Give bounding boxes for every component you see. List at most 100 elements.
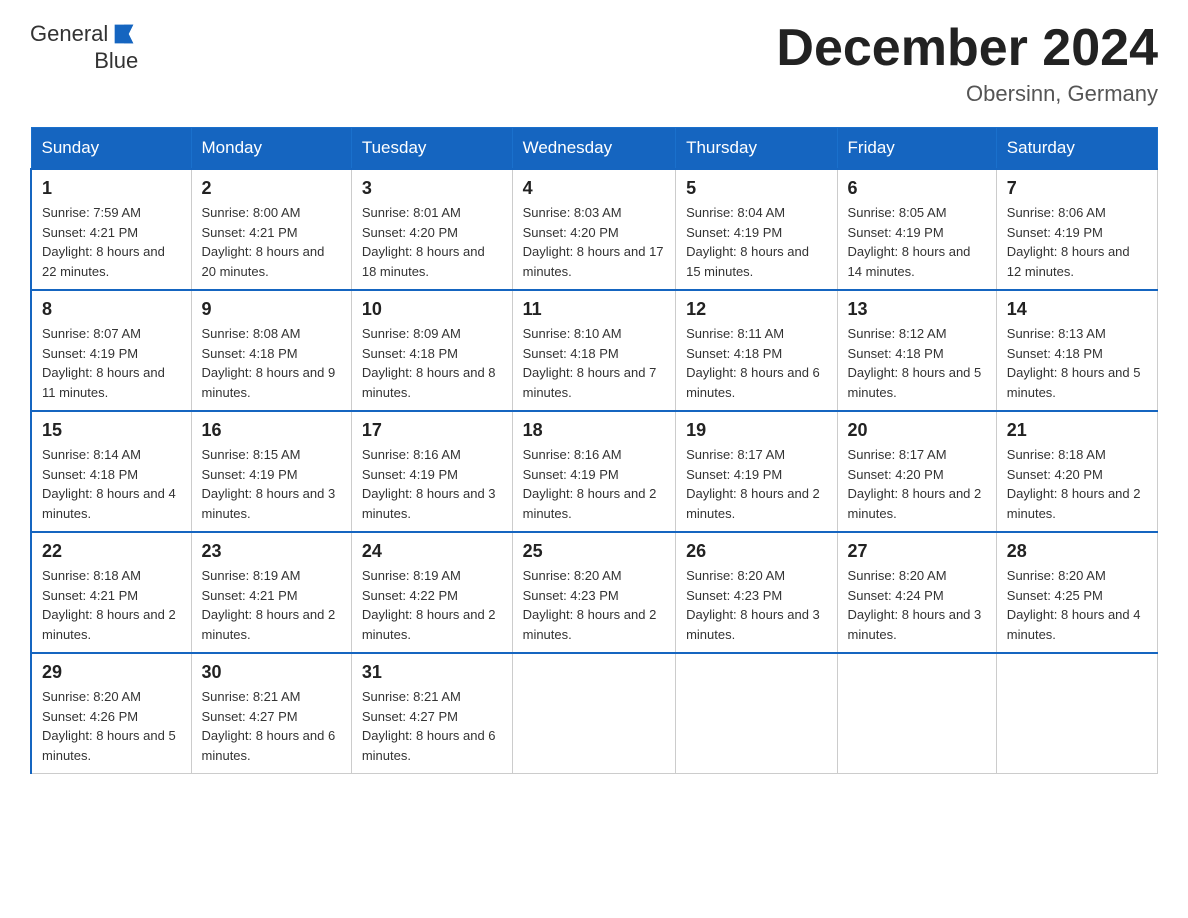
day-number: 22 <box>42 541 181 562</box>
calendar-cell: 12 Sunrise: 8:11 AM Sunset: 4:18 PM Dayl… <box>676 290 837 411</box>
day-info: Sunrise: 8:18 AM Sunset: 4:21 PM Dayligh… <box>42 566 181 644</box>
day-number: 4 <box>523 178 665 199</box>
weekday-header-tuesday: Tuesday <box>351 128 512 170</box>
day-number: 21 <box>1007 420 1147 441</box>
calendar-cell: 17 Sunrise: 8:16 AM Sunset: 4:19 PM Dayl… <box>351 411 512 532</box>
day-info: Sunrise: 8:13 AM Sunset: 4:18 PM Dayligh… <box>1007 324 1147 402</box>
calendar-cell: 30 Sunrise: 8:21 AM Sunset: 4:27 PM Dayl… <box>191 653 351 774</box>
page-header: General Blue December 2024 Obersinn, Ger… <box>30 20 1158 107</box>
weekday-header-saturday: Saturday <box>996 128 1157 170</box>
week-row-1: 1 Sunrise: 7:59 AM Sunset: 4:21 PM Dayli… <box>31 169 1158 290</box>
day-number: 24 <box>362 541 502 562</box>
day-info: Sunrise: 8:15 AM Sunset: 4:19 PM Dayligh… <box>202 445 341 523</box>
calendar-cell: 28 Sunrise: 8:20 AM Sunset: 4:25 PM Dayl… <box>996 532 1157 653</box>
day-info: Sunrise: 8:20 AM Sunset: 4:23 PM Dayligh… <box>686 566 826 644</box>
day-number: 12 <box>686 299 826 320</box>
day-number: 25 <box>523 541 665 562</box>
calendar-cell <box>996 653 1157 774</box>
day-number: 6 <box>848 178 986 199</box>
day-number: 27 <box>848 541 986 562</box>
day-number: 9 <box>202 299 341 320</box>
day-number: 13 <box>848 299 986 320</box>
month-title: December 2024 <box>776 20 1158 77</box>
day-info: Sunrise: 8:01 AM Sunset: 4:20 PM Dayligh… <box>362 203 502 281</box>
weekday-header-wednesday: Wednesday <box>512 128 675 170</box>
calendar-cell: 18 Sunrise: 8:16 AM Sunset: 4:19 PM Dayl… <box>512 411 675 532</box>
day-number: 30 <box>202 662 341 683</box>
day-number: 1 <box>42 178 181 199</box>
logo-general-text: General <box>30 21 108 47</box>
day-number: 31 <box>362 662 502 683</box>
calendar-cell: 25 Sunrise: 8:20 AM Sunset: 4:23 PM Dayl… <box>512 532 675 653</box>
day-info: Sunrise: 7:59 AM Sunset: 4:21 PM Dayligh… <box>42 203 181 281</box>
day-info: Sunrise: 8:16 AM Sunset: 4:19 PM Dayligh… <box>523 445 665 523</box>
day-number: 17 <box>362 420 502 441</box>
calendar-cell: 15 Sunrise: 8:14 AM Sunset: 4:18 PM Dayl… <box>31 411 191 532</box>
day-number: 26 <box>686 541 826 562</box>
calendar-cell: 14 Sunrise: 8:13 AM Sunset: 4:18 PM Dayl… <box>996 290 1157 411</box>
day-number: 20 <box>848 420 986 441</box>
calendar-cell: 8 Sunrise: 8:07 AM Sunset: 4:19 PM Dayli… <box>31 290 191 411</box>
day-info: Sunrise: 8:20 AM Sunset: 4:26 PM Dayligh… <box>42 687 181 765</box>
day-number: 7 <box>1007 178 1147 199</box>
day-info: Sunrise: 8:19 AM Sunset: 4:21 PM Dayligh… <box>202 566 341 644</box>
calendar-cell: 7 Sunrise: 8:06 AM Sunset: 4:19 PM Dayli… <box>996 169 1157 290</box>
calendar-cell: 9 Sunrise: 8:08 AM Sunset: 4:18 PM Dayli… <box>191 290 351 411</box>
week-row-4: 22 Sunrise: 8:18 AM Sunset: 4:21 PM Dayl… <box>31 532 1158 653</box>
day-number: 15 <box>42 420 181 441</box>
day-number: 28 <box>1007 541 1147 562</box>
day-number: 18 <box>523 420 665 441</box>
day-number: 10 <box>362 299 502 320</box>
calendar-cell: 27 Sunrise: 8:20 AM Sunset: 4:24 PM Dayl… <box>837 532 996 653</box>
logo: General Blue <box>30 20 138 74</box>
calendar-cell: 23 Sunrise: 8:19 AM Sunset: 4:21 PM Dayl… <box>191 532 351 653</box>
day-number: 11 <box>523 299 665 320</box>
calendar-cell: 10 Sunrise: 8:09 AM Sunset: 4:18 PM Dayl… <box>351 290 512 411</box>
day-info: Sunrise: 8:20 AM Sunset: 4:25 PM Dayligh… <box>1007 566 1147 644</box>
day-number: 29 <box>42 662 181 683</box>
calendar-cell: 6 Sunrise: 8:05 AM Sunset: 4:19 PM Dayli… <box>837 169 996 290</box>
day-info: Sunrise: 8:20 AM Sunset: 4:24 PM Dayligh… <box>848 566 986 644</box>
day-info: Sunrise: 8:18 AM Sunset: 4:20 PM Dayligh… <box>1007 445 1147 523</box>
logo-flag-icon <box>110 20 138 48</box>
weekday-header-thursday: Thursday <box>676 128 837 170</box>
day-info: Sunrise: 8:09 AM Sunset: 4:18 PM Dayligh… <box>362 324 502 402</box>
calendar-cell: 3 Sunrise: 8:01 AM Sunset: 4:20 PM Dayli… <box>351 169 512 290</box>
day-number: 2 <box>202 178 341 199</box>
day-info: Sunrise: 8:11 AM Sunset: 4:18 PM Dayligh… <box>686 324 826 402</box>
weekday-header-row: SundayMondayTuesdayWednesdayThursdayFrid… <box>31 128 1158 170</box>
day-info: Sunrise: 8:07 AM Sunset: 4:19 PM Dayligh… <box>42 324 181 402</box>
calendar-cell <box>676 653 837 774</box>
day-info: Sunrise: 8:00 AM Sunset: 4:21 PM Dayligh… <box>202 203 341 281</box>
calendar-cell: 13 Sunrise: 8:12 AM Sunset: 4:18 PM Dayl… <box>837 290 996 411</box>
day-info: Sunrise: 8:19 AM Sunset: 4:22 PM Dayligh… <box>362 566 502 644</box>
calendar-cell: 2 Sunrise: 8:00 AM Sunset: 4:21 PM Dayli… <box>191 169 351 290</box>
calendar-cell: 24 Sunrise: 8:19 AM Sunset: 4:22 PM Dayl… <box>351 532 512 653</box>
day-info: Sunrise: 8:17 AM Sunset: 4:20 PM Dayligh… <box>848 445 986 523</box>
calendar-cell: 11 Sunrise: 8:10 AM Sunset: 4:18 PM Dayl… <box>512 290 675 411</box>
calendar-cell: 4 Sunrise: 8:03 AM Sunset: 4:20 PM Dayli… <box>512 169 675 290</box>
calendar-cell: 20 Sunrise: 8:17 AM Sunset: 4:20 PM Dayl… <box>837 411 996 532</box>
day-info: Sunrise: 8:21 AM Sunset: 4:27 PM Dayligh… <box>362 687 502 765</box>
weekday-header-sunday: Sunday <box>31 128 191 170</box>
title-section: December 2024 Obersinn, Germany <box>776 20 1158 107</box>
calendar-cell <box>837 653 996 774</box>
day-info: Sunrise: 8:21 AM Sunset: 4:27 PM Dayligh… <box>202 687 341 765</box>
calendar-cell: 29 Sunrise: 8:20 AM Sunset: 4:26 PM Dayl… <box>31 653 191 774</box>
day-number: 5 <box>686 178 826 199</box>
calendar-cell <box>512 653 675 774</box>
week-row-5: 29 Sunrise: 8:20 AM Sunset: 4:26 PM Dayl… <box>31 653 1158 774</box>
day-info: Sunrise: 8:04 AM Sunset: 4:19 PM Dayligh… <box>686 203 826 281</box>
calendar-cell: 21 Sunrise: 8:18 AM Sunset: 4:20 PM Dayl… <box>996 411 1157 532</box>
day-info: Sunrise: 8:10 AM Sunset: 4:18 PM Dayligh… <box>523 324 665 402</box>
day-info: Sunrise: 8:16 AM Sunset: 4:19 PM Dayligh… <box>362 445 502 523</box>
day-info: Sunrise: 8:06 AM Sunset: 4:19 PM Dayligh… <box>1007 203 1147 281</box>
weekday-header-friday: Friday <box>837 128 996 170</box>
calendar-cell: 1 Sunrise: 7:59 AM Sunset: 4:21 PM Dayli… <box>31 169 191 290</box>
day-info: Sunrise: 8:05 AM Sunset: 4:19 PM Dayligh… <box>848 203 986 281</box>
calendar-cell: 16 Sunrise: 8:15 AM Sunset: 4:19 PM Dayl… <box>191 411 351 532</box>
calendar-table: SundayMondayTuesdayWednesdayThursdayFrid… <box>30 127 1158 774</box>
logo-blue-text: Blue <box>94 48 138 74</box>
calendar-cell: 19 Sunrise: 8:17 AM Sunset: 4:19 PM Dayl… <box>676 411 837 532</box>
day-info: Sunrise: 8:12 AM Sunset: 4:18 PM Dayligh… <box>848 324 986 402</box>
